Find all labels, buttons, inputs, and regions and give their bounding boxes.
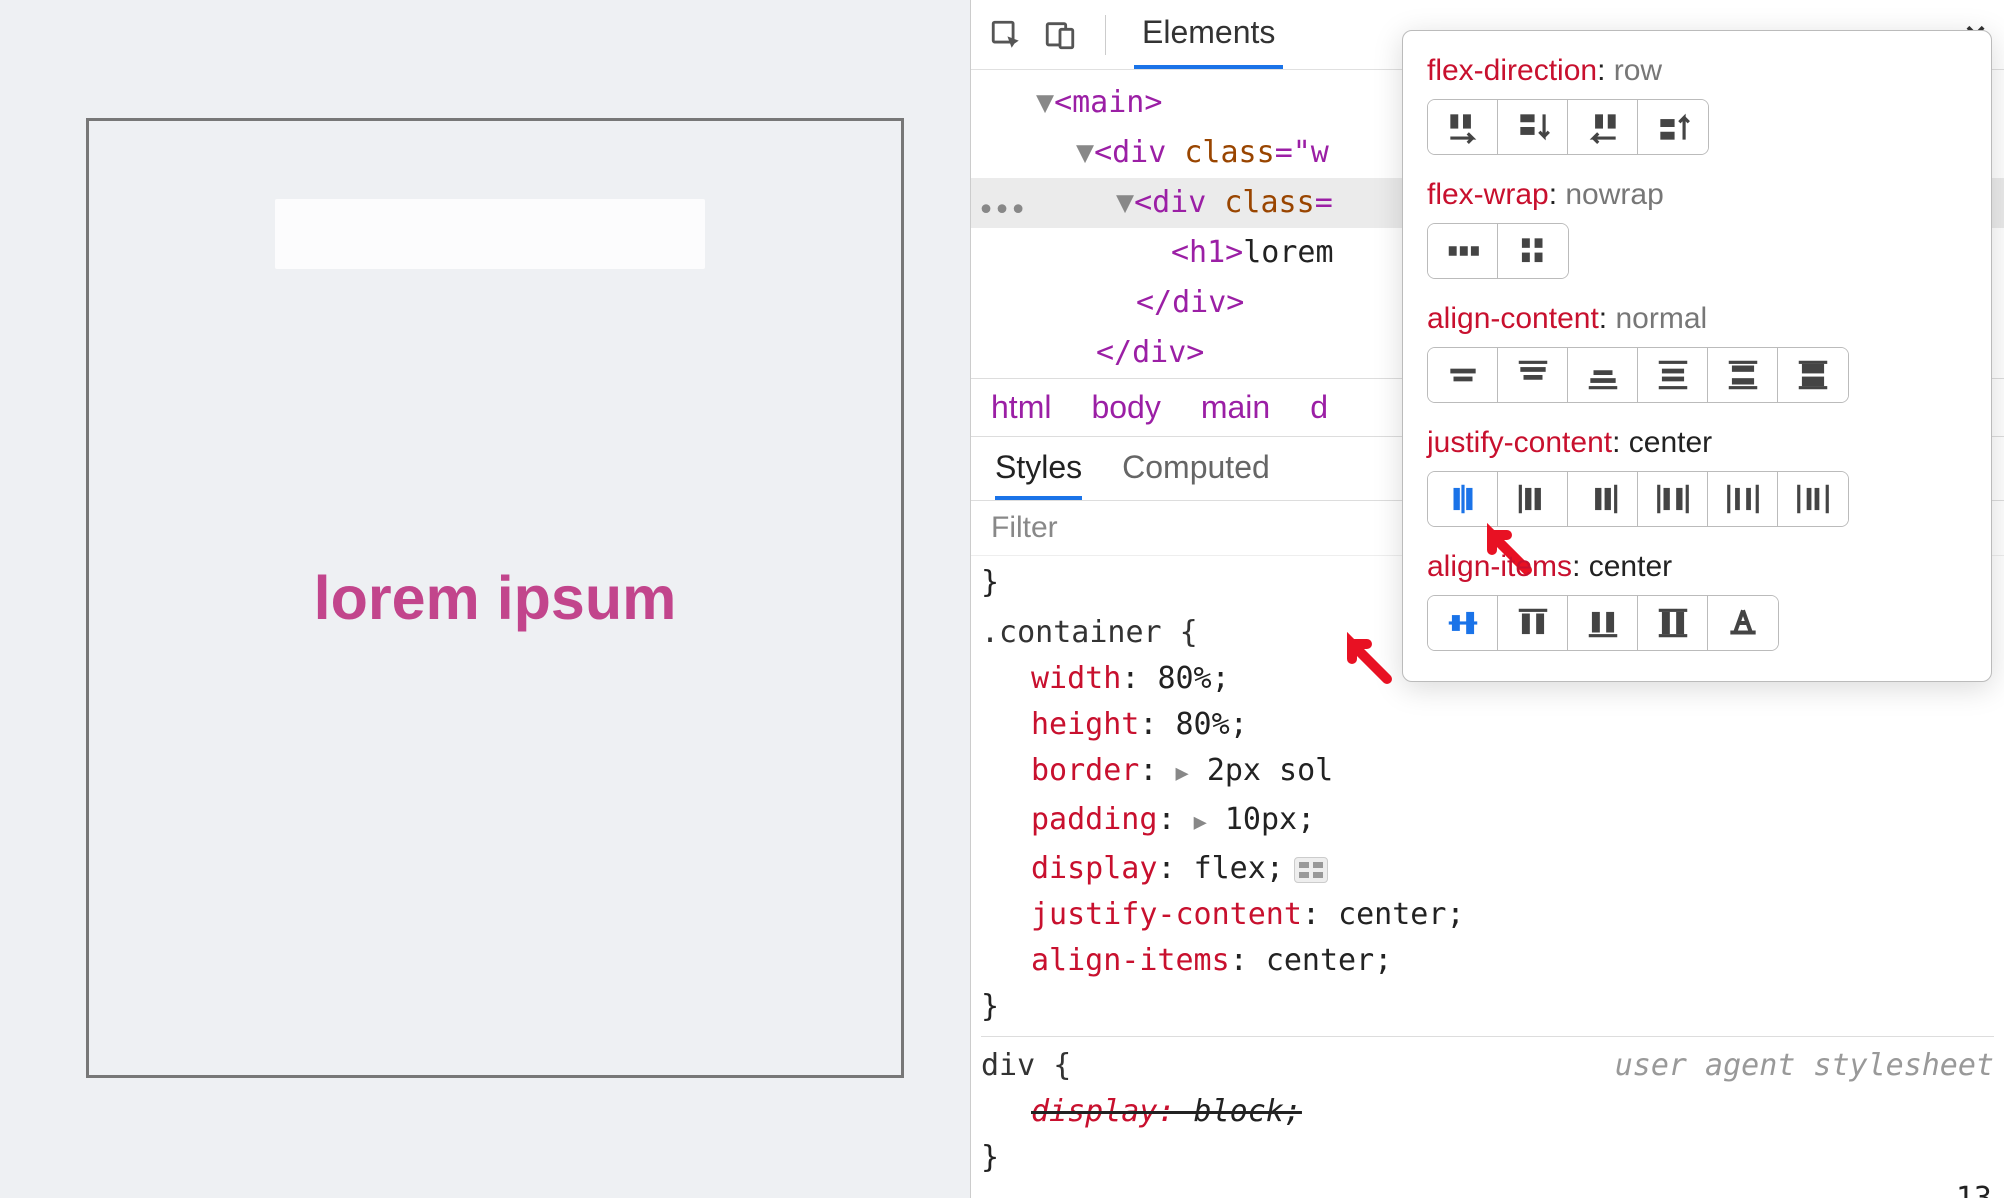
subtab-computed[interactable]: Computed xyxy=(1122,449,1270,500)
justify-content-center-icon[interactable] xyxy=(1428,472,1498,526)
subtab-styles[interactable]: Styles xyxy=(995,449,1082,500)
dom-tag-h1[interactable]: <h1> xyxy=(1171,235,1243,270)
dom-close-div-2[interactable]: </div> xyxy=(1096,335,1204,370)
expand-triangle-icon[interactable]: ▶ xyxy=(1176,761,1189,786)
align-items-end-icon[interactable] xyxy=(1568,596,1638,650)
align-content-stretch-icon[interactable] xyxy=(1778,348,1848,402)
align-items-start-icon[interactable] xyxy=(1498,596,1568,650)
preview-container[interactable]: lorem ipsum xyxy=(86,118,904,1078)
flex-direction-row-reverse-icon[interactable] xyxy=(1568,100,1638,154)
justify-content-end-icon[interactable] xyxy=(1568,472,1638,526)
justify-content-space-between-icon[interactable] xyxy=(1638,472,1708,526)
flex-direction-column-reverse-icon[interactable] xyxy=(1638,100,1708,154)
justify-content-space-around-icon[interactable] xyxy=(1708,472,1778,526)
crumb-main[interactable]: main xyxy=(1201,389,1270,426)
toolbar-separator xyxy=(1105,15,1106,55)
expand-triangle-icon[interactable]: ▶ xyxy=(1194,810,1207,835)
container-selector[interactable]: .container { xyxy=(981,615,1198,650)
justify-content-start-icon[interactable] xyxy=(1498,472,1568,526)
flex-direction-row-icon[interactable] xyxy=(1428,100,1498,154)
devtools-pane: Elements × ▼<main> ▼<div class="w •••▼<d… xyxy=(970,0,2004,1198)
fp-flex-direction: flex-direction: row xyxy=(1427,53,1967,155)
inspect-element-icon[interactable] xyxy=(989,18,1023,52)
flex-wrap-wrap-icon[interactable] xyxy=(1498,224,1568,278)
rule-div-ua[interactable]: div {user agent stylesheet display: bloc… xyxy=(981,1043,1994,1181)
flex-editor-icon[interactable] xyxy=(1294,857,1328,883)
align-items-center-icon[interactable] xyxy=(1428,596,1498,650)
device-toggle-icon[interactable] xyxy=(1043,18,1077,52)
fp-align-items: align-items: center xyxy=(1427,549,1967,651)
crumb-html[interactable]: html xyxy=(991,389,1051,426)
align-content-start-icon[interactable] xyxy=(1498,348,1568,402)
preview-heading: lorem ipsum xyxy=(314,563,677,633)
tab-elements[interactable]: Elements xyxy=(1134,0,1283,69)
align-items-baseline-icon[interactable] xyxy=(1708,596,1778,650)
flexbox-editor-popover: flex-direction: row flex-wrap: nowrap al… xyxy=(1402,30,1992,682)
fp-flex-wrap: flex-wrap: nowrap xyxy=(1427,177,1967,279)
justify-content-space-evenly-icon[interactable] xyxy=(1778,472,1848,526)
ellipsis-icon[interactable]: ••• xyxy=(977,186,1025,236)
align-items-stretch-icon[interactable] xyxy=(1638,596,1708,650)
flex-direction-column-icon[interactable] xyxy=(1498,100,1568,154)
crumb-div[interactable]: d xyxy=(1310,389,1328,426)
fp-justify-content: justify-content: center xyxy=(1427,425,1967,527)
align-content-space-around-icon[interactable] xyxy=(1638,348,1708,402)
dom-close-div-1[interactable]: </div> xyxy=(1136,285,1244,320)
crumb-body[interactable]: body xyxy=(1091,389,1160,426)
preview-pane: lorem ipsum xyxy=(0,0,970,1198)
source-line-link[interactable]: 13 xyxy=(1956,1176,1992,1198)
align-content-center-icon[interactable] xyxy=(1428,348,1498,402)
fp-align-content: align-content: normal xyxy=(1427,301,1967,403)
user-agent-label: user agent stylesheet xyxy=(1615,1043,1994,1089)
align-content-end-icon[interactable] xyxy=(1568,348,1638,402)
annotation-arrow-icon xyxy=(1337,629,1397,689)
flex-wrap-nowrap-icon[interactable] xyxy=(1428,224,1498,278)
align-content-space-between-icon[interactable] xyxy=(1708,348,1778,402)
dom-tag-div-wrapper[interactable]: <div class="w xyxy=(1094,135,1329,170)
dom-tag-main[interactable]: <main> xyxy=(1054,85,1162,120)
